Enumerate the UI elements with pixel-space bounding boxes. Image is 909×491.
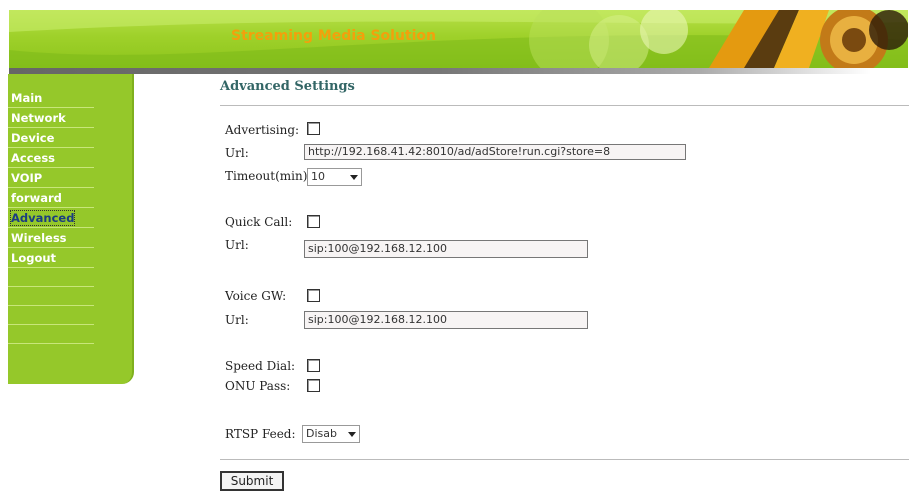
rtsp-feed-row: RTSP Feed: bbox=[225, 424, 296, 444]
speed-dial-checkbox[interactable] bbox=[307, 359, 320, 372]
chevron-down-icon bbox=[348, 432, 356, 437]
banner-decoration bbox=[9, 10, 908, 68]
sidebar-item-logout[interactable]: Logout bbox=[8, 250, 94, 268]
rtsp-feed-value: Disab bbox=[306, 427, 337, 440]
sidebar-spacer bbox=[8, 270, 94, 287]
timeout-select[interactable]: 10 bbox=[307, 168, 362, 186]
speed-dial-row: Speed Dial: bbox=[225, 356, 295, 376]
timeout-value: 10 bbox=[311, 170, 325, 183]
quick-call-url-label: Url: bbox=[225, 238, 249, 252]
voice-gw-url-label: Url: bbox=[225, 313, 249, 327]
voice-gw-row: Voice GW: bbox=[225, 286, 286, 306]
header-divider bbox=[9, 68, 871, 74]
sidebar-spacer bbox=[8, 327, 94, 344]
voice-gw-url-input[interactable]: sip:100@192.168.12.100 bbox=[304, 311, 588, 329]
rtsp-feed-select[interactable]: Disab bbox=[302, 425, 360, 443]
sidebar-item-access[interactable]: Access bbox=[8, 150, 94, 168]
quick-call-url-input[interactable]: sip:100@192.168.12.100 bbox=[304, 240, 588, 258]
rtsp-feed-label: RTSP Feed: bbox=[225, 427, 296, 441]
onu-pass-row: ONU Pass: bbox=[225, 376, 290, 396]
sidebar-spacer bbox=[8, 289, 94, 306]
quick-call-url-row: Url: bbox=[225, 235, 249, 255]
advertising-checkbox[interactable] bbox=[307, 122, 320, 135]
divider bbox=[220, 459, 909, 460]
onu-pass-label: ONU Pass: bbox=[225, 379, 291, 393]
sidebar-item-wireless[interactable]: Wireless bbox=[8, 230, 94, 248]
sidebar-item-voip[interactable]: VOIP bbox=[8, 170, 94, 188]
submit-button[interactable]: Submit bbox=[220, 471, 284, 491]
sidebar-item-forward[interactable]: forward bbox=[8, 190, 94, 208]
sidebar-menu: Main Network Device Access VOIP forward … bbox=[8, 90, 94, 346]
sidebar-item-device[interactable]: Device bbox=[8, 130, 94, 148]
ad-url-input[interactable]: http://192.168.41.42:8010/ad/adStore!run… bbox=[304, 144, 686, 160]
quick-call-label: Quick Call: bbox=[225, 215, 293, 229]
ad-url-row: Url: bbox=[225, 143, 249, 163]
advertising-row: Advertising: bbox=[225, 120, 299, 140]
ad-url-label: Url: bbox=[225, 146, 249, 160]
sidebar: Main Network Device Access VOIP forward … bbox=[8, 74, 134, 384]
header-banner: Streaming Media Solution bbox=[9, 10, 908, 68]
sidebar-item-network[interactable]: Network bbox=[8, 110, 94, 128]
voice-gw-label: Voice GW: bbox=[225, 289, 287, 303]
page-title: Advanced Settings bbox=[220, 79, 355, 94]
sidebar-item-advanced[interactable]: Advanced bbox=[8, 210, 94, 228]
quick-call-row: Quick Call: bbox=[225, 212, 292, 232]
advertising-label: Advertising: bbox=[225, 123, 300, 137]
voice-gw-url-row: Url: bbox=[225, 310, 249, 330]
divider bbox=[220, 105, 909, 106]
sidebar-item-main[interactable]: Main bbox=[8, 90, 94, 108]
timeout-label: Timeout(min): bbox=[225, 169, 312, 183]
timeout-row: Timeout(min): bbox=[225, 166, 311, 186]
chevron-down-icon bbox=[350, 175, 358, 180]
quick-call-checkbox[interactable] bbox=[307, 215, 320, 228]
app-title: Streaming Media Solution bbox=[231, 28, 436, 44]
voice-gw-checkbox[interactable] bbox=[307, 289, 320, 302]
speed-dial-label: Speed Dial: bbox=[225, 359, 296, 373]
sidebar-spacer bbox=[8, 308, 94, 325]
onu-pass-checkbox[interactable] bbox=[307, 379, 320, 392]
